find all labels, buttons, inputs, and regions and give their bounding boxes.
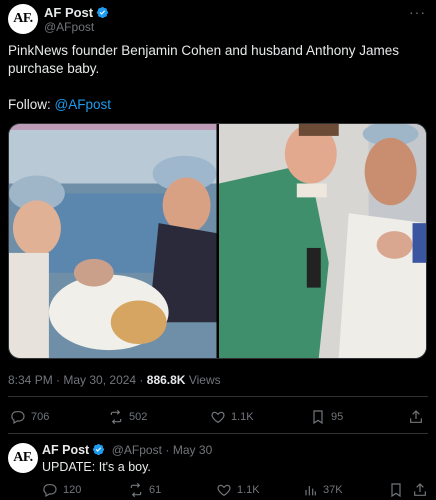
photo-left-image [9, 124, 217, 358]
retweet-icon [110, 409, 122, 425]
photo-right-image [218, 124, 426, 358]
share-icon [414, 483, 426, 496]
reply-views-count: 37K [323, 484, 343, 496]
follow-line: Follow: @AFpost [8, 97, 111, 112]
reply-avatar[interactable]: AF. [8, 443, 38, 473]
views-label: Views [188, 373, 221, 387]
share-icon [410, 410, 422, 423]
like-count: 1.1K [231, 411, 254, 423]
media-grid[interactable] [8, 123, 427, 359]
reply-button[interactable]: 706 [10, 409, 49, 425]
divider-top [8, 396, 428, 397]
share-button[interactable] [408, 409, 424, 425]
like-icon [217, 484, 231, 497]
reply-author-name: AF Post [42, 443, 90, 457]
reply-count: 706 [31, 411, 50, 423]
follow-label: Follow: [8, 97, 51, 112]
author-name-text: AF Post [44, 5, 94, 20]
reply-handle[interactable]: @AFpost [112, 443, 162, 457]
author-handle[interactable]: @AFpost [44, 20, 94, 34]
views-count: 886.8K [146, 373, 186, 387]
photo-left[interactable] [9, 124, 217, 358]
photo-right[interactable] [218, 124, 426, 358]
more-options-icon[interactable]: ··· [409, 4, 426, 20]
tweet-text: PinkNews founder Benjamin Cohen and husb… [8, 43, 399, 76]
reply-author[interactable]: AF Post @AFpost · May 30 [42, 443, 212, 457]
reply-date[interactable]: May 30 [173, 443, 212, 457]
avatar[interactable]: AF. [8, 4, 38, 34]
bookmark-icon [313, 410, 323, 425]
retweet-icon [130, 482, 142, 498]
reply-reply-count: 120 [63, 484, 82, 496]
bookmark-icon [391, 483, 401, 498]
reply-like-count: 1.1K [237, 484, 260, 496]
author-name[interactable]: AF Post [44, 5, 109, 20]
bookmark-count: 95 [331, 411, 344, 423]
tweet-date[interactable]: May 30, 2024 [63, 373, 136, 387]
divider-bottom [8, 433, 428, 434]
views-icon [305, 486, 316, 496]
reply-icon [11, 411, 25, 425]
reply-reply-button[interactable]: 120 [42, 482, 81, 498]
reply-like-button[interactable]: 1.1K [216, 482, 260, 498]
tweet-time[interactable]: 8:34 PM [8, 373, 53, 387]
verified-badge-icon [93, 443, 105, 456]
reply-share-button[interactable] [412, 482, 428, 498]
retweet-button[interactable]: 502 [108, 409, 147, 425]
reply-bookmark-button[interactable] [388, 482, 404, 498]
verified-badge-icon [97, 6, 109, 19]
like-icon [211, 411, 225, 424]
reply-retweet-button[interactable]: 61 [128, 482, 161, 498]
bookmark-button[interactable]: 95 [310, 409, 343, 425]
retweet-count: 502 [129, 411, 148, 423]
reply-text: UPDATE: It's a boy. [42, 460, 151, 474]
reply-icon [43, 484, 57, 498]
reply-retweet-count: 61 [149, 484, 162, 496]
like-button[interactable]: 1.1K [210, 409, 254, 425]
reply-date-separator: · [165, 443, 170, 457]
reply-views-button[interactable]: 37K [302, 482, 343, 498]
tweet-meta: 8:34 PM · May 30, 2024 · 886.8K Views [8, 373, 221, 387]
follow-link[interactable]: @AFpost [55, 97, 111, 112]
